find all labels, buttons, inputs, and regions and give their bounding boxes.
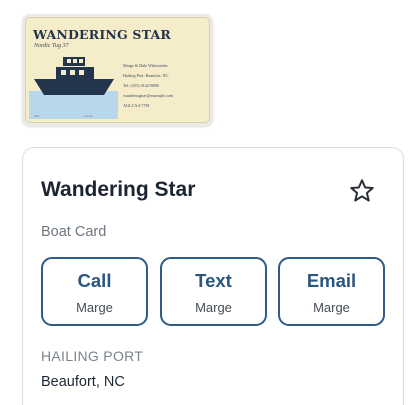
business-card-subtitle: Nordic Tug 37 <box>34 43 69 49</box>
text-button[interactable]: Text Marge <box>160 257 267 326</box>
contact-subtitle: Boat Card <box>41 224 107 240</box>
favorite-button[interactable] <box>348 177 376 205</box>
email-button-target: Marge <box>313 300 350 315</box>
business-card-name: WANDERING STAR <box>33 27 171 42</box>
email-button-label: Email <box>306 270 357 291</box>
call-button-label: Call <box>77 270 112 291</box>
business-card-line: wanderingstar@example.com <box>123 93 174 98</box>
text-button-target: Marge <box>195 300 232 315</box>
call-button-target: Marge <box>76 300 113 315</box>
business-card-image: WANDERING STAR Nordic Tug 37 Marge & Dal… <box>25 17 210 123</box>
hailing-port-value: Beaufort, NC <box>41 374 125 390</box>
business-card-line: Hailing Port: Beaufort, NC <box>123 73 169 78</box>
email-button[interactable]: Email Marge <box>278 257 385 326</box>
boat-icon <box>34 57 114 95</box>
call-button[interactable]: Call Marge <box>41 257 148 326</box>
business-card-line: Marge & Dale Whitcombe <box>123 63 168 68</box>
business-card-footer-left: Star <box>34 114 40 118</box>
hailing-port-label: HAILING PORT <box>41 348 144 364</box>
business-card-line: AGLCA # 7781 <box>123 103 150 108</box>
business-card-thumbnail[interactable]: WANDERING STAR Nordic Tug 37 Marge & Dal… <box>22 14 213 126</box>
contact-panel: Wandering Star Boat Card Call Marge Text… <box>22 147 404 405</box>
text-button-label: Text <box>195 270 232 291</box>
business-card-footer-right: Laurel <box>84 114 93 118</box>
business-card-line: Tel: (555) 0142-8890 <box>123 83 159 88</box>
contact-title: Wandering Star <box>41 178 196 201</box>
star-outline-icon <box>350 179 374 202</box>
